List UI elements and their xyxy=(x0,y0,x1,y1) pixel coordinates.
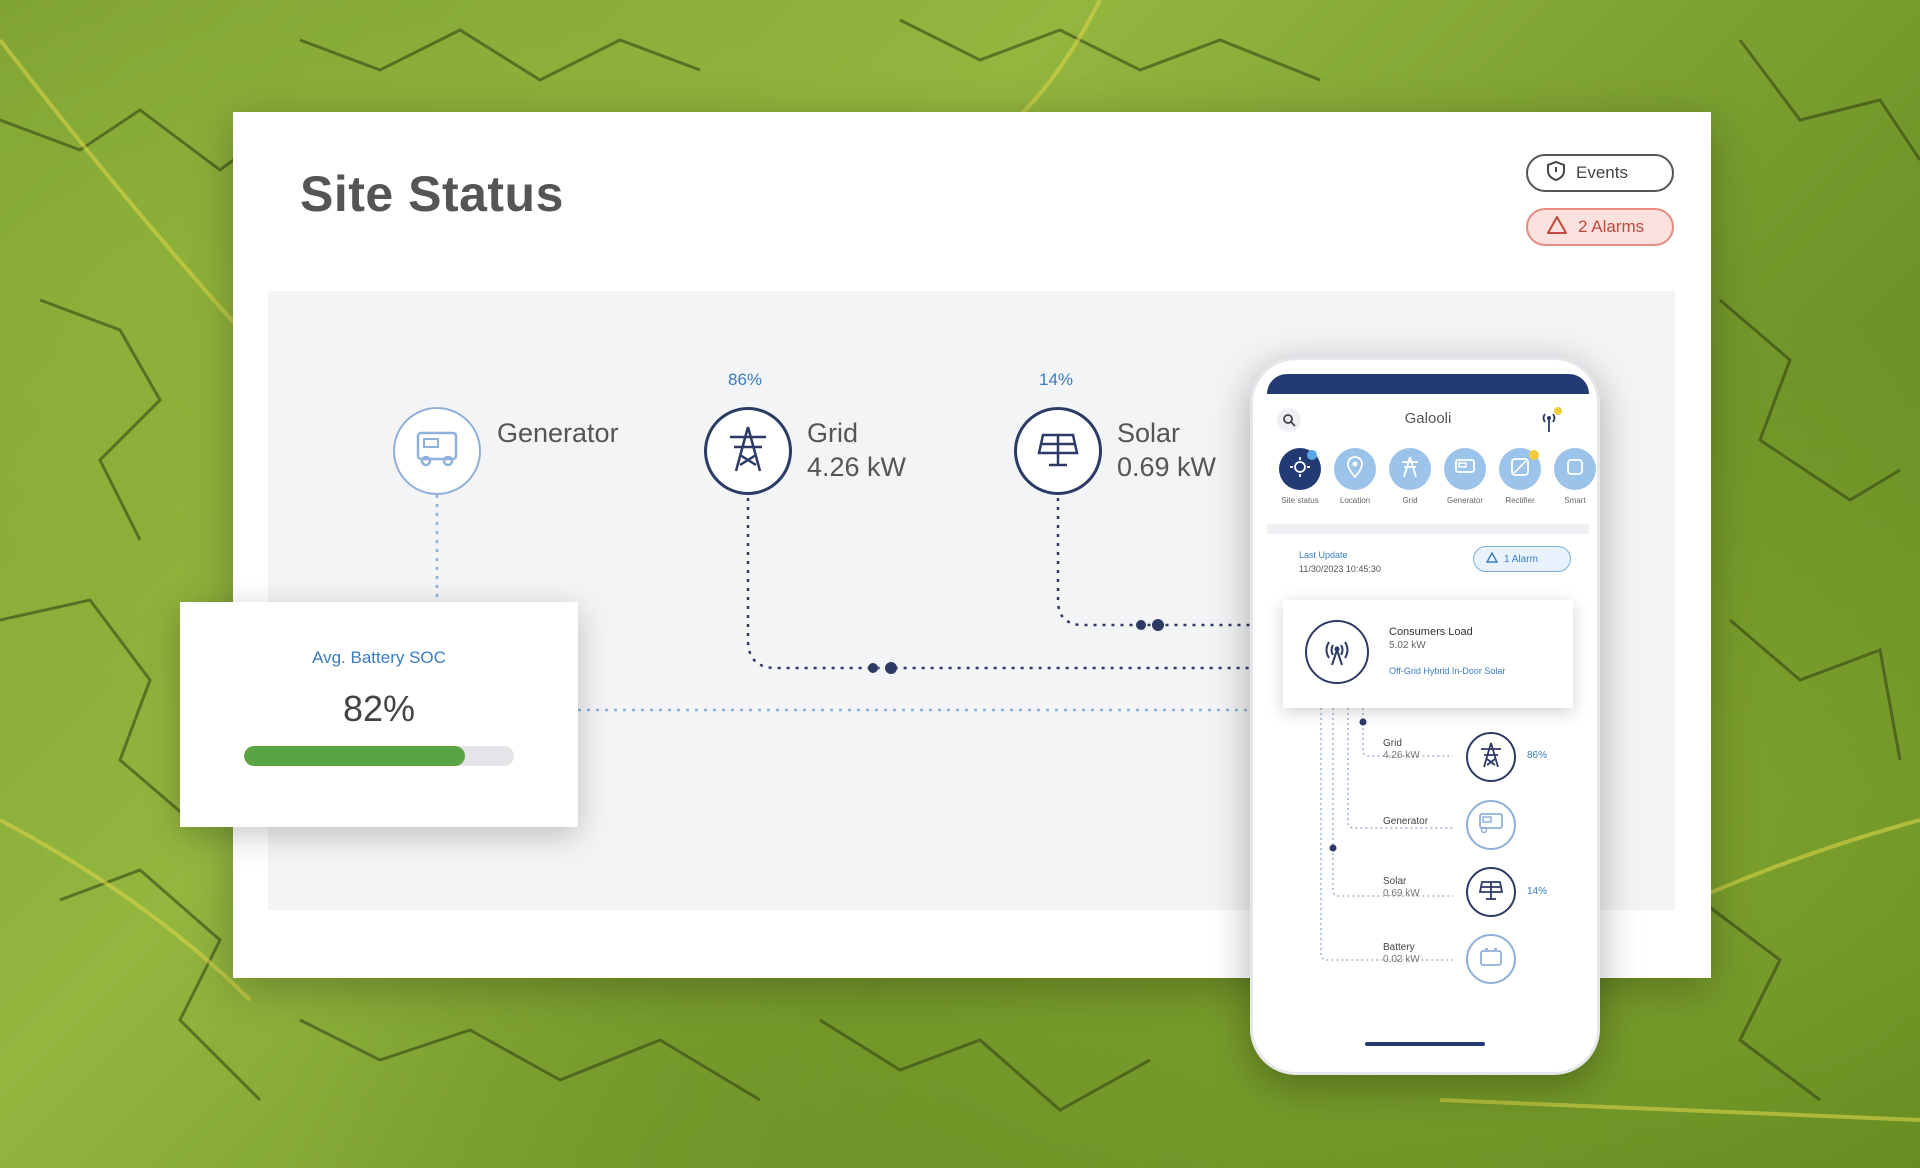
battery-icon xyxy=(1479,947,1503,972)
battery-soc-value: 82% xyxy=(342,688,416,729)
phone-row-solar-name: Solar xyxy=(1383,876,1407,887)
flow-dot xyxy=(885,662,897,674)
power-tower-icon xyxy=(1479,742,1503,773)
home-indicator xyxy=(1365,1042,1485,1046)
phone-row-grid-percent: 86% xyxy=(1527,750,1548,761)
phone-grid-node[interactable] xyxy=(1466,732,1516,782)
phone-generator-node[interactable] xyxy=(1466,800,1516,850)
flow-dot xyxy=(1152,619,1164,631)
battery-soc-card: Avg. Battery SOC 82% xyxy=(180,602,578,827)
solar-panel-icon xyxy=(1035,427,1081,476)
phone-battery-node[interactable] xyxy=(1466,934,1516,984)
consumers-mode: Off-Grid Hybrid In-Door Solar xyxy=(1389,666,1506,676)
battery-soc-bar xyxy=(244,746,514,766)
flow-dot xyxy=(1136,620,1146,630)
grid-power: 4.26 kW xyxy=(807,452,907,482)
solar-panel-icon xyxy=(1478,878,1504,907)
battery-soc-label: Avg. Battery SOC xyxy=(312,648,446,667)
phone-row-battery-name: Battery xyxy=(1383,942,1415,953)
phone-flow-lines xyxy=(1320,708,1453,961)
phone-row-grid-power: 4.26 kW xyxy=(1383,750,1420,761)
generator-icon xyxy=(414,429,460,474)
phone-row-solar-power: 0.69 kW xyxy=(1383,888,1420,899)
phone-solar-node[interactable] xyxy=(1466,867,1516,917)
consumers-load-card[interactable]: Consumers Load 5.02 kW Off-Grid Hybrid I… xyxy=(1283,600,1573,708)
battery-soc-fill xyxy=(244,746,466,766)
mobile-phone-mockup: Galooli Site status Location Grid Genera… xyxy=(1250,357,1600,1075)
flow-dot xyxy=(868,663,878,673)
grid-percent: 86% xyxy=(728,370,763,389)
flow-lines xyxy=(435,495,1252,712)
power-tower-icon xyxy=(726,425,770,478)
solar-percent: 14% xyxy=(1039,370,1074,389)
phone-row-generator-name: Generator xyxy=(1383,816,1429,827)
solar-node[interactable] xyxy=(1014,407,1102,495)
consumers-power: 5.02 kW xyxy=(1389,640,1426,651)
phone-row-battery-power: 0.02 kW xyxy=(1383,954,1420,965)
consumers-title: Consumers Load xyxy=(1389,626,1473,638)
grid-label: Grid xyxy=(807,418,859,448)
phone-row-solar-percent: 14% xyxy=(1527,886,1548,897)
generator-node[interactable] xyxy=(393,407,481,495)
generator-icon xyxy=(1478,812,1504,839)
phone-row-grid-name: Grid xyxy=(1383,738,1402,749)
generator-label: Generator xyxy=(497,418,619,448)
antenna-icon xyxy=(1320,633,1354,672)
solar-label: Solar xyxy=(1117,418,1181,448)
consumers-node xyxy=(1305,620,1369,684)
grid-node[interactable] xyxy=(704,407,792,495)
solar-power: 0.69 kW xyxy=(1117,452,1217,482)
